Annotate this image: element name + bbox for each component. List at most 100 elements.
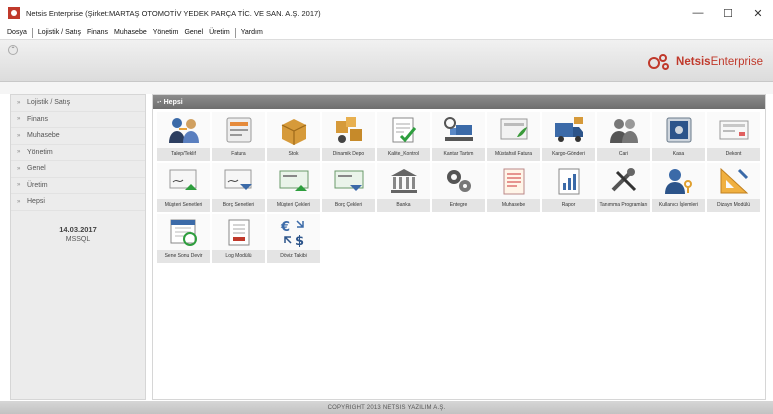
module-tile[interactable]: Sene Sonu Devir — [157, 214, 210, 263]
module-tile[interactable]: Müşteri Senetleri — [157, 163, 210, 212]
module-tile-label: Dizayn Modülü — [707, 199, 760, 212]
module-tile[interactable]: Borç Çekleri — [322, 163, 375, 212]
session-info: 14.03.2017 MSSQL — [11, 225, 145, 243]
app-logo-icon — [8, 7, 20, 19]
ledger-icon — [487, 163, 540, 199]
module-tile[interactable]: Müşteri Çekleri — [267, 163, 320, 212]
brand-logo: NetsisEnterprise — [648, 54, 763, 70]
module-tile[interactable]: Kasa — [652, 112, 705, 161]
module-tile[interactable]: Stok — [267, 112, 320, 161]
menu-lojistik-satis[interactable]: Lojistik / Satış — [35, 29, 84, 36]
invoice-icon — [212, 112, 265, 148]
menu-yardim[interactable]: Yardım — [238, 29, 266, 36]
module-tile-label: Banka — [377, 199, 430, 212]
module-panel: -· Hepsi Talep/Teklif Fatura Stok Dinamik D… — [152, 94, 766, 400]
user-key-icon — [652, 163, 705, 199]
minimize-button[interactable]: — — [683, 0, 713, 26]
chevron-right-icon: » — [17, 116, 21, 123]
module-tile-label: Borç Çekleri — [322, 199, 375, 212]
weighbridge-icon — [432, 112, 485, 148]
sidebar-item-uretim[interactable]: » Üretim — [11, 178, 145, 194]
app-window: Netsis Enterprise (Şirket:MARTAŞ OTOMOTİ… — [0, 0, 773, 414]
currency-exchange-icon: € $ — [267, 214, 320, 250]
copyright-text: COPYRIGHT 2013 NETSIS YAZILIM A.Ş. — [327, 404, 446, 411]
module-tile-label: Kalite_Kontrol — [377, 148, 430, 161]
maximize-button[interactable]: ☐ — [713, 0, 743, 26]
pin-icon[interactable]: ⌃ — [8, 45, 18, 55]
module-tile[interactable]: Tanımma Programları — [597, 163, 650, 212]
menu-genel[interactable]: Genel — [181, 29, 206, 36]
module-tile[interactable]: Banka — [377, 163, 430, 212]
menu-muhasebe[interactable]: Muhasebe — [111, 29, 150, 36]
menu-dosya[interactable]: Dosya — [4, 29, 30, 36]
sidebar-item-label: Lojistik / Satış — [27, 99, 71, 107]
group-title: Hepsi — [163, 98, 183, 106]
module-tile-label: Müstahsil Fatura — [487, 148, 540, 161]
module-tile-label: Fatura — [212, 148, 265, 161]
customer-checks-icon — [267, 163, 320, 199]
brand-circles-icon — [648, 54, 672, 70]
module-tile-label: Log Modülü — [212, 250, 265, 263]
module-tile[interactable]: Kalite_Kontrol — [377, 112, 430, 161]
sidebar-item-label: Yönetim — [27, 148, 53, 156]
window-controls: — ☐ ✕ — [683, 0, 773, 26]
module-tile[interactable]: Dizayn Modülü — [707, 163, 760, 212]
close-button[interactable]: ✕ — [743, 0, 773, 26]
sidebar-item-hepsi[interactable]: » Hepsi — [11, 194, 145, 211]
sidebar-item-label: Üretim — [27, 181, 48, 189]
producer-invoice-icon — [487, 112, 540, 148]
module-tile[interactable]: Entegre — [432, 163, 485, 212]
window-title: Netsis Enterprise (Şirket:MARTAŞ OTOMOTİ… — [26, 8, 321, 18]
menu-uretim[interactable]: Üretim — [206, 29, 233, 36]
sidebar-item-lojistik-satis[interactable]: » Lojistik / Satış — [11, 95, 145, 112]
bank-icon — [377, 163, 430, 199]
menu-finans[interactable]: Finans — [84, 29, 111, 36]
stock-box-icon — [267, 112, 320, 148]
svg-text:€: € — [280, 220, 290, 235]
module-tile-label: Kullanıcı İşlemleri — [652, 199, 705, 212]
sidebar-item-label: Finans — [27, 115, 49, 123]
module-tiles: Talep/Teklif Fatura Stok Dinamik Depo Kalite… — [153, 109, 765, 263]
dynamic-warehouse-icon — [322, 112, 375, 148]
year-end-calendar-icon — [157, 214, 210, 250]
chevron-right-icon: » — [17, 149, 21, 156]
sidebar-item-yonetim[interactable]: » Yönetim — [11, 145, 145, 161]
status-bar: COPYRIGHT 2013 NETSIS YAZILIM A.Ş. — [0, 401, 773, 414]
module-tile[interactable]: Kargo-Gönderi — [542, 112, 595, 161]
log-document-icon — [212, 214, 265, 250]
module-tile[interactable]: Cari — [597, 112, 650, 161]
menu-separator — [234, 27, 236, 38]
module-tile[interactable]: Talep/Teklif — [157, 112, 210, 161]
voucher-icon — [707, 112, 760, 148]
module-tile[interactable]: Dekont — [707, 112, 760, 161]
chevron-right-icon: » — [17, 165, 21, 172]
module-tile[interactable]: Dinamik Depo — [322, 112, 375, 161]
sidebar-item-genel[interactable]: » Genel — [11, 161, 145, 178]
module-tile[interactable]: Müstahsil Fatura — [487, 112, 540, 161]
module-tile[interactable]: Borç Senetleri — [212, 163, 265, 212]
report-chart-icon — [542, 163, 595, 199]
menu-yonetim[interactable]: Yönetim — [150, 29, 182, 36]
module-tile-label: Cari — [597, 148, 650, 161]
module-tile[interactable]: Rapor — [542, 163, 595, 212]
chevron-right-icon: » — [17, 99, 21, 106]
module-tile-label: Tanımma Programları — [597, 199, 650, 212]
sidebar-item-finans[interactable]: » Finans — [11, 112, 145, 128]
module-tile-label: Döviz Takibi — [267, 250, 320, 263]
module-tile[interactable]: Kullanıcı İşlemleri — [652, 163, 705, 212]
module-tile[interactable]: Muhasebe — [487, 163, 540, 212]
database-type: MSSQL — [65, 235, 91, 243]
quality-check-icon — [377, 112, 430, 148]
collapse-icon[interactable]: -· — [157, 99, 162, 106]
module-tile[interactable]: Kantar Tartım — [432, 112, 485, 161]
menu-bar: Dosya Lojistik / Satış Finans Muhasebe Y… — [0, 26, 773, 40]
banner-spacer — [0, 82, 773, 94]
menu-separator — [31, 27, 33, 38]
group-header: -· Hepsi — [153, 95, 765, 109]
module-tile[interactable]: Fatura — [212, 112, 265, 161]
module-tile[interactable]: Log Modülü — [212, 214, 265, 263]
sidebar-item-muhasebe[interactable]: » Muhasebe — [11, 128, 145, 145]
sidebar-item-label: Hepsi — [27, 198, 45, 206]
module-tile-label: Müşteri Çekleri — [267, 199, 320, 212]
module-tile[interactable]: € $ Döviz Takibi — [267, 214, 320, 263]
